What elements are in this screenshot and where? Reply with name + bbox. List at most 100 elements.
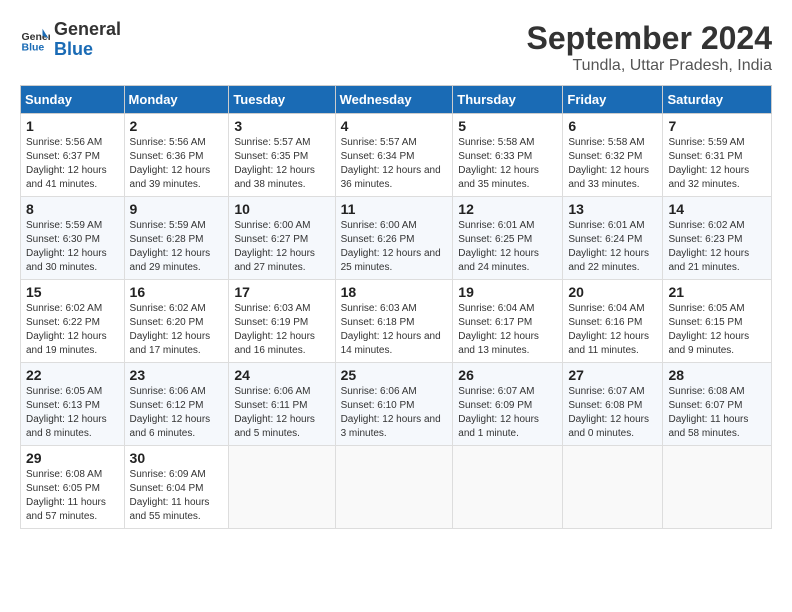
table-row: 23 Sunrise: 6:06 AM Sunset: 6:12 PM Dayl… bbox=[124, 363, 229, 446]
day-info: Sunrise: 6:09 AM Sunset: 6:04 PM Dayligh… bbox=[130, 468, 224, 524]
col-sunday: Sunday bbox=[21, 86, 125, 114]
col-friday: Friday bbox=[563, 86, 663, 114]
day-info: Sunrise: 5:59 AM Sunset: 6:30 PM Dayligh… bbox=[26, 219, 119, 275]
table-row: 12 Sunrise: 6:01 AM Sunset: 6:25 PM Dayl… bbox=[453, 197, 563, 280]
day-number: 11 bbox=[341, 201, 448, 217]
day-info: Sunrise: 6:04 AM Sunset: 6:16 PM Dayligh… bbox=[568, 302, 657, 358]
table-row: 1 Sunrise: 5:56 AM Sunset: 6:37 PM Dayli… bbox=[21, 114, 125, 197]
day-info: Sunrise: 6:02 AM Sunset: 6:23 PM Dayligh… bbox=[668, 219, 766, 275]
day-number: 17 bbox=[234, 284, 329, 300]
day-info: Sunrise: 6:04 AM Sunset: 6:17 PM Dayligh… bbox=[458, 302, 557, 358]
day-info: Sunrise: 6:07 AM Sunset: 6:08 PM Dayligh… bbox=[568, 385, 657, 441]
table-row: 7 Sunrise: 5:59 AM Sunset: 6:31 PM Dayli… bbox=[663, 114, 772, 197]
main-title: September 2024 bbox=[527, 20, 772, 57]
table-row: 28 Sunrise: 6:08 AM Sunset: 6:07 PM Dayl… bbox=[663, 363, 772, 446]
day-number: 27 bbox=[568, 367, 657, 383]
week-row: 29 Sunrise: 6:08 AM Sunset: 6:05 PM Dayl… bbox=[21, 446, 772, 529]
empty-cell bbox=[453, 446, 563, 529]
day-number: 3 bbox=[234, 118, 329, 134]
table-row: 10 Sunrise: 6:00 AM Sunset: 6:27 PM Dayl… bbox=[229, 197, 335, 280]
table-row: 11 Sunrise: 6:00 AM Sunset: 6:26 PM Dayl… bbox=[335, 197, 453, 280]
table-row: 22 Sunrise: 6:05 AM Sunset: 6:13 PM Dayl… bbox=[21, 363, 125, 446]
table-row: 27 Sunrise: 6:07 AM Sunset: 6:08 PM Dayl… bbox=[563, 363, 663, 446]
table-row: 16 Sunrise: 6:02 AM Sunset: 6:20 PM Dayl… bbox=[124, 280, 229, 363]
logo-text: General Blue bbox=[54, 20, 121, 60]
day-info: Sunrise: 5:56 AM Sunset: 6:37 PM Dayligh… bbox=[26, 136, 119, 192]
table-row: 9 Sunrise: 5:59 AM Sunset: 6:28 PM Dayli… bbox=[124, 197, 229, 280]
table-row: 8 Sunrise: 5:59 AM Sunset: 6:30 PM Dayli… bbox=[21, 197, 125, 280]
day-info: Sunrise: 5:58 AM Sunset: 6:33 PM Dayligh… bbox=[458, 136, 557, 192]
table-row: 6 Sunrise: 5:58 AM Sunset: 6:32 PM Dayli… bbox=[563, 114, 663, 197]
col-saturday: Saturday bbox=[663, 86, 772, 114]
day-info: Sunrise: 6:07 AM Sunset: 6:09 PM Dayligh… bbox=[458, 385, 557, 441]
day-number: 4 bbox=[341, 118, 448, 134]
day-number: 13 bbox=[568, 201, 657, 217]
day-number: 18 bbox=[341, 284, 448, 300]
day-number: 7 bbox=[668, 118, 766, 134]
day-info: Sunrise: 6:05 AM Sunset: 6:13 PM Dayligh… bbox=[26, 385, 119, 441]
day-number: 22 bbox=[26, 367, 119, 383]
svg-text:Blue: Blue bbox=[22, 41, 45, 53]
empty-cell bbox=[229, 446, 335, 529]
day-number: 16 bbox=[130, 284, 224, 300]
day-number: 12 bbox=[458, 201, 557, 217]
col-wednesday: Wednesday bbox=[335, 86, 453, 114]
day-info: Sunrise: 5:57 AM Sunset: 6:34 PM Dayligh… bbox=[341, 136, 448, 192]
day-number: 15 bbox=[26, 284, 119, 300]
day-number: 21 bbox=[668, 284, 766, 300]
day-info: Sunrise: 6:00 AM Sunset: 6:26 PM Dayligh… bbox=[341, 219, 448, 275]
empty-cell bbox=[663, 446, 772, 529]
day-number: 20 bbox=[568, 284, 657, 300]
empty-cell bbox=[335, 446, 453, 529]
day-number: 1 bbox=[26, 118, 119, 134]
table-row: 17 Sunrise: 6:03 AM Sunset: 6:19 PM Dayl… bbox=[229, 280, 335, 363]
day-info: Sunrise: 6:08 AM Sunset: 6:07 PM Dayligh… bbox=[668, 385, 766, 441]
table-row: 24 Sunrise: 6:06 AM Sunset: 6:11 PM Dayl… bbox=[229, 363, 335, 446]
table-row: 30 Sunrise: 6:09 AM Sunset: 6:04 PM Dayl… bbox=[124, 446, 229, 529]
day-info: Sunrise: 6:00 AM Sunset: 6:27 PM Dayligh… bbox=[234, 219, 329, 275]
day-info: Sunrise: 5:56 AM Sunset: 6:36 PM Dayligh… bbox=[130, 136, 224, 192]
table-row: 3 Sunrise: 5:57 AM Sunset: 6:35 PM Dayli… bbox=[229, 114, 335, 197]
subtitle: Tundla, Uttar Pradesh, India bbox=[527, 57, 772, 75]
day-info: Sunrise: 6:02 AM Sunset: 6:20 PM Dayligh… bbox=[130, 302, 224, 358]
day-info: Sunrise: 6:02 AM Sunset: 6:22 PM Dayligh… bbox=[26, 302, 119, 358]
table-row: 4 Sunrise: 5:57 AM Sunset: 6:34 PM Dayli… bbox=[335, 114, 453, 197]
day-number: 26 bbox=[458, 367, 557, 383]
day-number: 6 bbox=[568, 118, 657, 134]
calendar-header-row: Sunday Monday Tuesday Wednesday Thursday… bbox=[21, 86, 772, 114]
day-info: Sunrise: 6:03 AM Sunset: 6:19 PM Dayligh… bbox=[234, 302, 329, 358]
col-thursday: Thursday bbox=[453, 86, 563, 114]
week-row: 8 Sunrise: 5:59 AM Sunset: 6:30 PM Dayli… bbox=[21, 197, 772, 280]
day-number: 23 bbox=[130, 367, 224, 383]
table-row: 25 Sunrise: 6:06 AM Sunset: 6:10 PM Dayl… bbox=[335, 363, 453, 446]
day-info: Sunrise: 6:01 AM Sunset: 6:24 PM Dayligh… bbox=[568, 219, 657, 275]
table-row: 19 Sunrise: 6:04 AM Sunset: 6:17 PM Dayl… bbox=[453, 280, 563, 363]
week-row: 1 Sunrise: 5:56 AM Sunset: 6:37 PM Dayli… bbox=[21, 114, 772, 197]
day-number: 10 bbox=[234, 201, 329, 217]
table-row: 13 Sunrise: 6:01 AM Sunset: 6:24 PM Dayl… bbox=[563, 197, 663, 280]
table-row: 2 Sunrise: 5:56 AM Sunset: 6:36 PM Dayli… bbox=[124, 114, 229, 197]
table-row: 15 Sunrise: 6:02 AM Sunset: 6:22 PM Dayl… bbox=[21, 280, 125, 363]
day-info: Sunrise: 6:05 AM Sunset: 6:15 PM Dayligh… bbox=[668, 302, 766, 358]
table-row: 5 Sunrise: 5:58 AM Sunset: 6:33 PM Dayli… bbox=[453, 114, 563, 197]
empty-cell bbox=[563, 446, 663, 529]
day-number: 29 bbox=[26, 450, 119, 466]
day-number: 30 bbox=[130, 450, 224, 466]
day-info: Sunrise: 6:08 AM Sunset: 6:05 PM Dayligh… bbox=[26, 468, 119, 524]
title-area: September 2024 Tundla, Uttar Pradesh, In… bbox=[527, 20, 772, 75]
day-info: Sunrise: 6:03 AM Sunset: 6:18 PM Dayligh… bbox=[341, 302, 448, 358]
day-number: 24 bbox=[234, 367, 329, 383]
table-row: 20 Sunrise: 6:04 AM Sunset: 6:16 PM Dayl… bbox=[563, 280, 663, 363]
table-row: 21 Sunrise: 6:05 AM Sunset: 6:15 PM Dayl… bbox=[663, 280, 772, 363]
day-number: 8 bbox=[26, 201, 119, 217]
day-number: 19 bbox=[458, 284, 557, 300]
week-row: 15 Sunrise: 6:02 AM Sunset: 6:22 PM Dayl… bbox=[21, 280, 772, 363]
day-info: Sunrise: 6:01 AM Sunset: 6:25 PM Dayligh… bbox=[458, 219, 557, 275]
col-monday: Monday bbox=[124, 86, 229, 114]
day-info: Sunrise: 5:58 AM Sunset: 6:32 PM Dayligh… bbox=[568, 136, 657, 192]
week-row: 22 Sunrise: 6:05 AM Sunset: 6:13 PM Dayl… bbox=[21, 363, 772, 446]
table-row: 29 Sunrise: 6:08 AM Sunset: 6:05 PM Dayl… bbox=[21, 446, 125, 529]
day-info: Sunrise: 5:59 AM Sunset: 6:31 PM Dayligh… bbox=[668, 136, 766, 192]
day-number: 14 bbox=[668, 201, 766, 217]
day-number: 25 bbox=[341, 367, 448, 383]
